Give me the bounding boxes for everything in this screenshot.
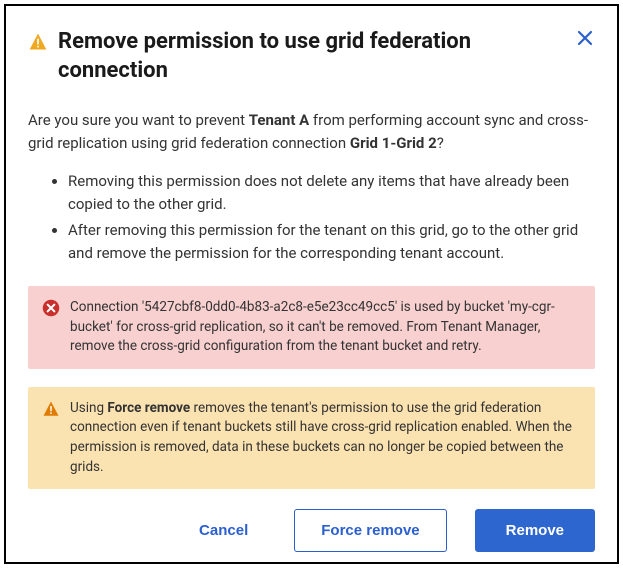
warning-alert: Using Force remove removes the tenant's … [28,387,595,489]
dialog-header: Remove permission to use grid federation… [28,28,595,85]
close-button[interactable] [575,28,595,48]
bullets-list: Removing this permission does not delete… [28,170,595,268]
warn-bold: Force remove [107,400,190,416]
warning-icon [28,32,48,56]
list-item: After removing this permission for the t… [68,219,595,264]
list-item: Removing this permission does not delete… [68,170,595,215]
warn-pre: Using [70,400,107,416]
force-remove-button[interactable]: Force remove [294,509,446,552]
connection-name: Grid 1-Grid 2 [350,134,437,152]
remove-permission-dialog: Remove permission to use grid federation… [4,4,619,564]
error-text: Connection '5427cbf8-0dd0-4b83-a2c8-e5e2… [70,298,581,357]
intro-post: ? [437,134,444,152]
error-alert: Connection '5427cbf8-0dd0-4b83-a2c8-e5e2… [28,286,595,369]
cancel-button[interactable]: Cancel [181,510,266,551]
dialog-title: Remove permission to use grid federation… [58,28,565,85]
intro-text: Are you sure you want to prevent Tenant … [28,109,595,154]
warning-icon [42,400,60,425]
dialog-footer: Cancel Force remove Remove [28,489,595,552]
error-icon [42,299,60,324]
warning-text: Using Force remove removes the tenant's … [70,399,581,477]
intro-pre: Are you sure you want to prevent [28,111,249,129]
tenant-name: Tenant A [249,111,309,129]
remove-button[interactable]: Remove [475,509,595,552]
close-icon [577,30,593,46]
